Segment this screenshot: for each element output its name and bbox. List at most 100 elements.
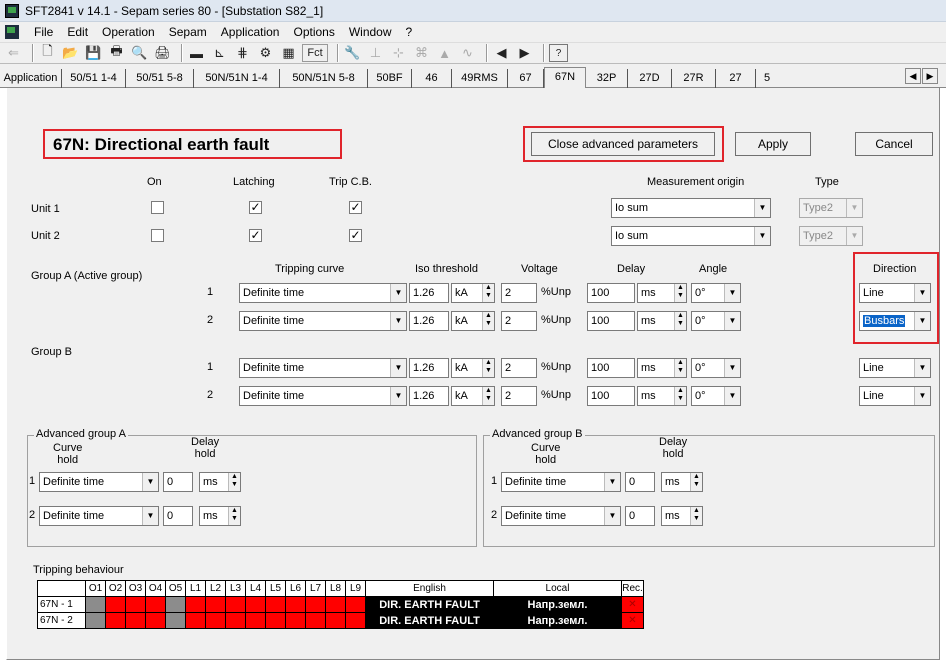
menu-operation[interactable]: Operation: [95, 25, 162, 39]
tab-27[interactable]: 27: [716, 69, 756, 88]
logic-icon[interactable]: ⚙: [256, 44, 275, 62]
dropdown-arrow-icon[interactable]: ▼: [724, 359, 740, 377]
tab-5-truncated[interactable]: 5: [756, 69, 778, 88]
dropdown-arrow-icon[interactable]: ▼: [390, 284, 406, 302]
trip-matrix-cell[interactable]: [245, 612, 266, 629]
adv-delay-unit-spinner[interactable]: ms ▲ ▼: [661, 506, 703, 526]
iso-threshold-input[interactable]: 1.26: [409, 358, 449, 378]
adv-curve-hold-select[interactable]: Definite time ▼: [39, 472, 159, 492]
menu-file[interactable]: File: [27, 25, 60, 39]
tab-49rms[interactable]: 49RMS: [452, 69, 508, 88]
trip-rec-cell[interactable]: ✕: [621, 612, 644, 629]
dropdown-arrow-icon[interactable]: ▼: [604, 473, 620, 491]
delay-input[interactable]: 100: [587, 283, 635, 303]
delay-unit-spinner[interactable]: ms ▲ ▼: [637, 358, 687, 378]
trip-matrix-cell[interactable]: [345, 612, 366, 629]
trip-matrix-cell[interactable]: [125, 612, 146, 629]
delay-input[interactable]: 100: [587, 386, 635, 406]
trip-matrix-cell[interactable]: [145, 596, 166, 613]
hardware-icon[interactable]: ▬: [187, 44, 206, 62]
trip-matrix-cell[interactable]: [265, 612, 286, 629]
tab-scroll-left-icon[interactable]: ◀: [905, 68, 921, 84]
dropdown-arrow-icon[interactable]: ▼: [754, 199, 770, 217]
spin-updown-icon[interactable]: ▲ ▼: [674, 284, 686, 302]
angle-select[interactable]: 0° ▼: [691, 283, 741, 303]
dropdown-arrow-icon[interactable]: ▼: [914, 312, 930, 330]
delay-unit-spinner[interactable]: ms ▲ ▼: [637, 386, 687, 406]
trip-local-message[interactable]: Напр.земл.: [493, 596, 622, 613]
iso-unit-spinner[interactable]: kA ▲ ▼: [451, 283, 495, 303]
unit-1-latching-checkbox[interactable]: ✓: [249, 201, 262, 214]
spin-updown-icon[interactable]: ▲ ▼: [674, 387, 686, 405]
voltage-input[interactable]: 2: [501, 283, 537, 303]
trip-matrix-cell[interactable]: [85, 612, 106, 629]
adv-delay-hold-input[interactable]: 0: [625, 472, 655, 492]
voltage-input[interactable]: 2: [501, 386, 537, 406]
delay-input[interactable]: 100: [587, 358, 635, 378]
dropdown-arrow-icon[interactable]: ▼: [724, 312, 740, 330]
dropdown-arrow-icon[interactable]: ▼: [914, 359, 930, 377]
delay-unit-spinner[interactable]: ms ▲ ▼: [637, 283, 687, 303]
trip-matrix-cell[interactable]: [305, 612, 326, 629]
fct-button[interactable]: Fct: [302, 44, 328, 62]
tab-50n-51n-5-8[interactable]: 50N/51N 5-8: [280, 69, 368, 88]
dropdown-arrow-icon[interactable]: ▼: [604, 507, 620, 525]
print-icon[interactable]: 🖶: [107, 43, 126, 62]
apply-button[interactable]: Apply: [735, 132, 811, 156]
adv-delay-hold-input[interactable]: 0: [163, 472, 193, 492]
menu-window[interactable]: Window: [342, 25, 399, 39]
trip-matrix-cell[interactable]: [205, 596, 226, 613]
print-preview-icon[interactable]: 🔍: [130, 44, 149, 62]
voltage-input[interactable]: 2: [501, 311, 537, 331]
trip-matrix-cell[interactable]: [245, 596, 266, 613]
tag-icon[interactable]: ⌘: [412, 44, 431, 62]
menu-sepam[interactable]: Sepam: [162, 25, 214, 39]
adv-delay-unit-spinner[interactable]: ms ▲ ▼: [199, 472, 241, 492]
trip-matrix-cell[interactable]: [165, 612, 186, 629]
trip-matrix-cell[interactable]: [225, 596, 246, 613]
adv-delay-unit-spinner[interactable]: ms ▲ ▼: [661, 472, 703, 492]
document-system-icon[interactable]: [5, 25, 19, 39]
save-icon[interactable]: 💾: [84, 44, 103, 62]
trip-matrix-cell[interactable]: [325, 612, 346, 629]
trip-matrix-cell[interactable]: [285, 596, 306, 613]
settings-grid-icon[interactable]: ⋕: [233, 44, 252, 62]
iso-threshold-input[interactable]: 1.26: [409, 386, 449, 406]
adv-delay-hold-input[interactable]: 0: [625, 506, 655, 526]
trip-english-message[interactable]: DIR. EARTH FAULT: [365, 612, 494, 629]
trip-rec-cell[interactable]: ✕: [621, 596, 644, 613]
tab-46[interactable]: 46: [412, 69, 452, 88]
spin-updown-icon[interactable]: ▲ ▼: [674, 312, 686, 330]
open-folder-icon[interactable]: 📂: [61, 44, 80, 62]
trip-matrix-cell[interactable]: [305, 596, 326, 613]
alarm-icon[interactable]: ▲: [435, 44, 454, 62]
trip-matrix-cell[interactable]: [185, 612, 206, 629]
trip-local-message[interactable]: Напр.земл.: [493, 612, 622, 629]
menu-edit[interactable]: Edit: [60, 25, 95, 39]
adv-delay-unit-spinner[interactable]: ms ▲ ▼: [199, 506, 241, 526]
matrix-icon[interactable]: ▦: [279, 44, 298, 62]
tab-scroll-right-icon[interactable]: ▶: [922, 68, 938, 84]
dropdown-arrow-icon[interactable]: ▼: [390, 312, 406, 330]
trip-matrix-cell[interactable]: [105, 612, 126, 629]
tab-67[interactable]: 67: [508, 69, 544, 88]
direction-select[interactable]: Line ▼: [859, 283, 931, 303]
dropdown-arrow-icon[interactable]: ▼: [724, 284, 740, 302]
tree-icon[interactable]: ⊹: [389, 44, 408, 62]
trip-matrix-cell[interactable]: [205, 612, 226, 629]
wrench-icon[interactable]: 🔧: [343, 44, 362, 62]
trip-english-message[interactable]: DIR. EARTH FAULT: [365, 596, 494, 613]
angle-select[interactable]: 0° ▼: [691, 386, 741, 406]
iso-unit-spinner[interactable]: kA ▲ ▼: [451, 386, 495, 406]
unit-2-on-checkbox[interactable]: [151, 229, 164, 242]
adv-curve-hold-select[interactable]: Definite time ▼: [39, 506, 159, 526]
dropdown-arrow-icon[interactable]: ▼: [754, 227, 770, 245]
spin-updown-icon[interactable]: ▲ ▼: [482, 312, 494, 330]
trip-matrix-cell[interactable]: [85, 596, 106, 613]
spin-updown-icon[interactable]: ▲ ▼: [674, 359, 686, 377]
menu-options[interactable]: Options: [286, 25, 341, 39]
adv-curve-hold-select[interactable]: Definite time ▼: [501, 472, 621, 492]
angle-select[interactable]: 0° ▼: [691, 358, 741, 378]
trip-matrix-cell[interactable]: [165, 596, 186, 613]
trip-matrix-cell[interactable]: [185, 596, 206, 613]
